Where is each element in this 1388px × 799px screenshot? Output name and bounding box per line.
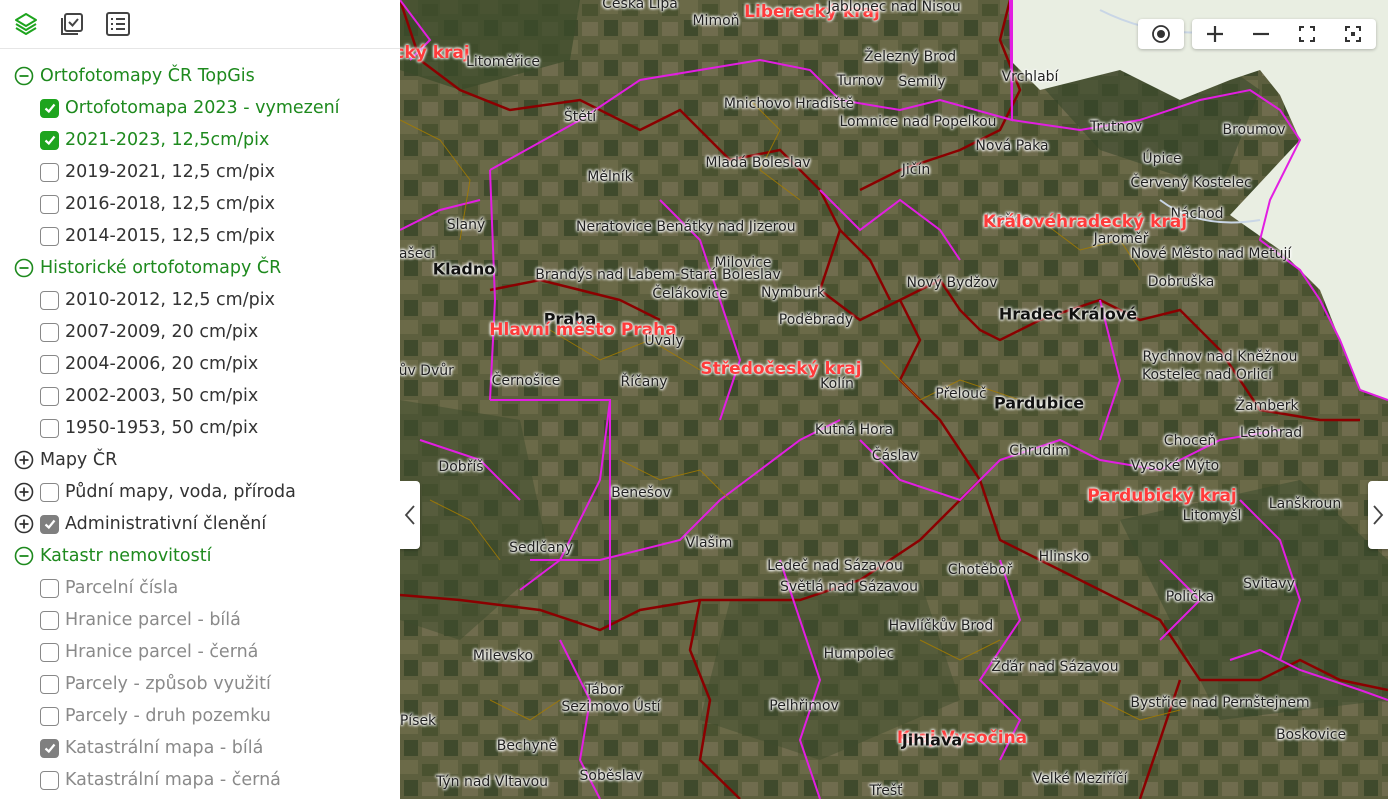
layer-label: Parcely - druh pozemku [65, 706, 271, 726]
layer-parcely-zpusob[interactable]: Parcely - způsob využití [40, 668, 271, 700]
layer-parcely-druh[interactable]: Parcely - druh pozemku [40, 700, 271, 732]
map-view[interactable]: Česká Lípa Mimoň Liberecký kraj Jablonec na… [400, 0, 1388, 799]
fit-extent-icon[interactable] [1330, 19, 1376, 49]
layer-label: Parcelní čísla [65, 578, 179, 598]
layer-label: 2014-2015, 12,5 cm/pix [65, 226, 275, 246]
layer-katastralni-cerna[interactable]: Katastrální mapa - černá [40, 764, 281, 796]
zoom-out-icon[interactable] [1238, 19, 1284, 49]
layer-2007-2009[interactable]: 2007-2009, 20 cm/pix [40, 316, 258, 348]
checked-layers-icon[interactable] [58, 10, 86, 38]
layer-label: Parcely - způsob využití [65, 674, 271, 694]
collapse-minus-icon[interactable] [14, 258, 34, 278]
layer-checkbox[interactable] [40, 482, 59, 502]
layer-2010-2012[interactable]: 2010-2012, 12,5 cm/pix [40, 284, 275, 316]
layer-checkbox[interactable] [40, 642, 59, 662]
map-controls [1138, 19, 1376, 49]
layer-label: 2021-2023, 12,5cm/pix [65, 130, 270, 150]
collapse-panel-arrow-icon[interactable] [400, 481, 420, 549]
layers-icon[interactable] [12, 10, 40, 38]
layer-checkbox[interactable] [40, 98, 59, 118]
fullscreen-icon[interactable] [1284, 19, 1330, 49]
layer-label: 2004-2006, 20 cm/pix [65, 354, 259, 374]
group-label: Katastr nemovitostí [40, 546, 212, 566]
group-label: Půdní mapy, voda, příroda [65, 482, 296, 502]
layer-checkbox[interactable] [40, 290, 59, 310]
collapse-minus-icon[interactable] [14, 546, 34, 566]
group-administrativni-cleneni[interactable]: Administrativní členění [14, 508, 266, 540]
group-pudni-mapy[interactable]: Půdní mapy, voda, příroda [14, 476, 296, 508]
layer-label: Hranice parcel - černá [65, 642, 259, 662]
layer-label: 2010-2012, 12,5 cm/pix [65, 290, 275, 310]
layer-checkbox[interactable] [40, 674, 59, 694]
group-label: Mapy ČR [40, 450, 118, 470]
layer-checkbox[interactable] [40, 194, 59, 214]
layer-checkbox[interactable] [40, 322, 59, 342]
layer-2021-2023[interactable]: 2021-2023, 12,5cm/pix [40, 124, 269, 156]
layer-ortofotomapa-2023-vymezeni[interactable]: Ortofotomapa 2023 - vymezení [40, 92, 340, 124]
layer-checkbox[interactable] [40, 226, 59, 246]
layer-checkbox[interactable] [40, 354, 59, 374]
layer-checkbox[interactable] [40, 130, 59, 150]
layer-label: 2019-2021, 12,5 cm/pix [65, 162, 275, 182]
layer-label: 1950-1953, 50 cm/pix [65, 418, 259, 438]
layer-2016-2018[interactable]: 2016-2018, 12,5 cm/pix [40, 188, 275, 220]
group-label: Historické ortofotomapy ČR [40, 258, 282, 278]
layer-label: Katastrální mapa - bílá [65, 738, 264, 758]
expand-plus-icon[interactable] [14, 482, 34, 502]
layer-1950-1953[interactable]: 1950-1953, 50 cm/pix [40, 412, 258, 444]
layer-checkbox[interactable] [40, 610, 59, 630]
open-right-panel-arrow-icon[interactable] [1368, 481, 1388, 549]
layer-checkbox[interactable] [40, 706, 59, 726]
expand-plus-icon[interactable] [14, 514, 34, 534]
layer-2014-2015[interactable]: 2014-2015, 12,5 cm/pix [40, 220, 275, 252]
group-ortofotomapy-topgis[interactable]: Ortofotomapy ČR TopGis [14, 60, 255, 92]
layer-hranice-bila[interactable]: Hranice parcel - bílá [40, 604, 241, 636]
layer-checkbox[interactable] [40, 162, 59, 182]
legend-list-icon[interactable] [104, 10, 132, 38]
group-historicke-ortofotomapy[interactable]: Historické ortofotomapy ČR [14, 252, 281, 284]
group-label: Administrativní členění [65, 514, 267, 534]
zoom-in-icon[interactable] [1192, 19, 1238, 49]
locate-icon[interactable] [1138, 19, 1184, 49]
group-katastr[interactable]: Katastr nemovitostí [14, 540, 211, 572]
layer-parcelni-cisla[interactable]: Parcelní čísla [40, 572, 178, 604]
layer-checkbox[interactable] [40, 418, 59, 438]
layer-2004-2006[interactable]: 2004-2006, 20 cm/pix [40, 348, 258, 380]
layer-label: Katastrální mapa - černá [65, 770, 281, 790]
layer-label: 2016-2018, 12,5 cm/pix [65, 194, 275, 214]
group-label: Ortofotomapy ČR TopGis [40, 66, 255, 86]
layer-2002-2003[interactable]: 2002-2003, 50 cm/pix [40, 380, 258, 412]
collapse-minus-icon[interactable] [14, 66, 34, 86]
layer-checkbox[interactable] [40, 386, 59, 406]
layer-label: 2007-2009, 20 cm/pix [65, 322, 259, 342]
group-mapy-cr[interactable]: Mapy ČR [14, 444, 117, 476]
layer-checkbox[interactable] [40, 578, 59, 598]
layer-label: Hranice parcel - bílá [65, 610, 241, 630]
layer-katastralni-bila[interactable]: Katastrální mapa - bílá [40, 732, 263, 764]
layer-label: 2002-2003, 50 cm/pix [65, 386, 259, 406]
orthophoto-map [400, 0, 1388, 799]
layer-label: Ortofotomapa 2023 - vymezení [65, 98, 340, 118]
panel-toolbar [0, 0, 400, 49]
layer-checkbox[interactable] [40, 770, 59, 790]
layer-checkbox[interactable] [40, 514, 59, 534]
layer-panel: Ortofotomapy ČR TopGis Ortofotomapa 2023 … [0, 0, 400, 799]
layer-checkbox[interactable] [40, 738, 59, 758]
expand-plus-icon[interactable] [14, 450, 34, 470]
layer-hranice-cerna[interactable]: Hranice parcel - černá [40, 636, 258, 668]
layer-2019-2021[interactable]: 2019-2021, 12,5 cm/pix [40, 156, 275, 188]
